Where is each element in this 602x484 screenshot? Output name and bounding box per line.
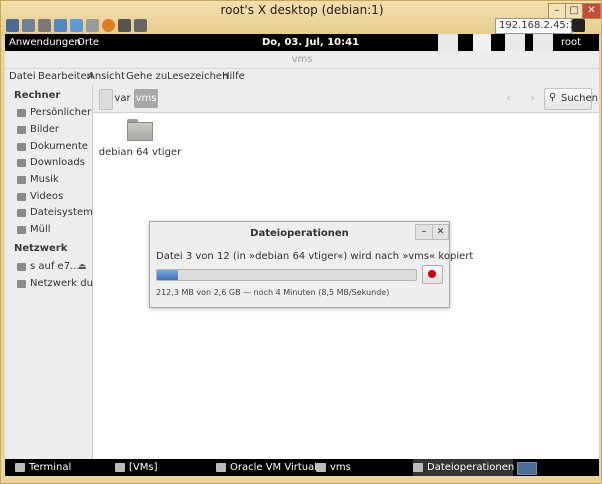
- notification-icon[interactable]: [438, 34, 458, 51]
- folder-small-icon: [316, 463, 326, 472]
- vnc-window-title: root's X desktop (debian:1): [220, 3, 384, 17]
- dialog-message: Datei 3 von 12 (in »debian 64 vtiger«) w…: [156, 251, 474, 262]
- downloads-icon: [17, 159, 26, 167]
- forward-arrow-icon[interactable]: ›: [530, 91, 535, 106]
- top-panel: Anwendungen Orte Do, 03. Jul, 10:41 root: [5, 34, 599, 51]
- minimize-button[interactable]: –: [548, 3, 566, 19]
- settings-icon[interactable]: [533, 34, 553, 51]
- virtualbox-icon: [216, 463, 226, 472]
- refresh-icon[interactable]: [38, 19, 51, 32]
- file-operations-icon: [413, 463, 423, 472]
- search-icon: ⚲: [549, 92, 557, 103]
- host-field[interactable]: 192.168.2.45:1: [495, 18, 576, 34]
- fullscreen-icon[interactable]: [134, 19, 147, 32]
- applications-menu[interactable]: Anwendungen: [9, 37, 81, 48]
- terminal-icon: [15, 463, 25, 472]
- eject-icon[interactable]: ⏏: [78, 262, 87, 272]
- stop-icon: [428, 270, 436, 278]
- taskbar: Terminal [VMs] Oracle VM Virtual... vms …: [5, 459, 599, 476]
- menubar: Datei Bearbeiten Ansicht Gehe zu Lesezei…: [5, 69, 599, 85]
- folder-label[interactable]: debian 64 vtiger: [96, 147, 184, 158]
- progress-bar: [156, 269, 417, 281]
- user-menu[interactable]: root: [561, 37, 581, 48]
- windows-key-icon[interactable]: [70, 19, 83, 32]
- file-manager-titlebar: vms: [5, 51, 599, 69]
- keyboard-icon[interactable]: [86, 19, 99, 32]
- menu-lesezeichen[interactable]: Lesezeichen: [167, 71, 228, 82]
- music-icon: [17, 176, 26, 184]
- network-share-icon: [17, 263, 26, 271]
- taskbar-item-terminal[interactable]: Terminal: [15, 459, 115, 476]
- new-connection-icon[interactable]: [118, 19, 131, 32]
- maximize-button[interactable]: □: [565, 3, 583, 19]
- send-ctrl-alt-del-icon[interactable]: [54, 19, 67, 32]
- folder-icon[interactable]: [127, 119, 153, 141]
- sidebar-section-network: Netzwerk: [14, 243, 68, 254]
- sidebar-section-computer: Rechner: [14, 90, 61, 101]
- cancel-copy-button[interactable]: [422, 265, 443, 284]
- pictures-icon: [17, 126, 26, 134]
- menu-bearbeiten[interactable]: Bearbeiten: [38, 71, 93, 82]
- close-window-button[interactable]: ✕: [582, 3, 601, 19]
- file-operations-dialog: Dateioperationen – ✕ Datei 3 von 12 (in …: [149, 221, 473, 308]
- clock[interactable]: Do, 03. Jul, 10:41: [262, 37, 359, 48]
- filesystem-icon: [17, 209, 26, 217]
- home-icon: [17, 109, 26, 117]
- connection-info-icon[interactable]: [22, 19, 35, 32]
- menu-datei[interactable]: Datei: [9, 71, 36, 82]
- menu-hilfe[interactable]: Hilfe: [222, 71, 245, 82]
- breadcrumb-vms[interactable]: vms: [134, 89, 158, 108]
- file-manager-title: vms: [291, 54, 313, 65]
- connection-options-icon[interactable]: [6, 19, 19, 32]
- browse-network-icon: [17, 280, 26, 288]
- vnc-titlebar: root's X desktop (debian:1) – □ ✕ 192.16…: [1, 1, 601, 37]
- search-button[interactable]: ⚲ Suchen: [544, 88, 598, 110]
- volume-icon[interactable]: [473, 34, 491, 51]
- taskbar-item-file-operations[interactable]: Dateioperationen: [413, 459, 514, 476]
- toolbar: var vms ‹ › ⚲ Suchen: [93, 85, 599, 113]
- dialog-minimize-button[interactable]: –: [415, 224, 433, 240]
- folder-small-icon: [115, 463, 125, 472]
- dialog-close-button[interactable]: ✕: [432, 224, 449, 240]
- workspace-switcher[interactable]: [517, 462, 537, 475]
- dialog-title: Dateioperationen: [250, 228, 349, 239]
- menu-gehe-zu[interactable]: Gehe zu: [126, 71, 167, 82]
- places-menu[interactable]: Orte: [77, 37, 99, 48]
- back-arrow-icon[interactable]: ‹: [506, 91, 511, 106]
- progress-fill: [157, 270, 178, 280]
- help-icon[interactable]: [102, 19, 115, 32]
- sidebar: Rechner Persönlicher ... Bilder Dokument…: [5, 85, 104, 459]
- breadcrumb-drive-icon[interactable]: [99, 89, 113, 110]
- documents-icon: [17, 143, 26, 151]
- network-icon[interactable]: [505, 34, 525, 51]
- copy-status: 212,3 MB von 2,6 GB — noch 4 Minuten (8,…: [156, 288, 390, 297]
- menu-ansicht[interactable]: Ansicht: [88, 71, 125, 82]
- breadcrumb-var[interactable]: var: [113, 89, 132, 108]
- trash-icon: [17, 226, 26, 234]
- display-icon[interactable]: [572, 19, 585, 32]
- taskbar-item-vms[interactable]: vms: [316, 459, 416, 476]
- videos-icon: [17, 193, 26, 201]
- taskbar-item-virtualbox[interactable]: Oracle VM Virtual...: [216, 459, 327, 476]
- taskbar-item-vms-folder[interactable]: [VMs]: [115, 459, 215, 476]
- search-label: Suchen: [561, 93, 599, 104]
